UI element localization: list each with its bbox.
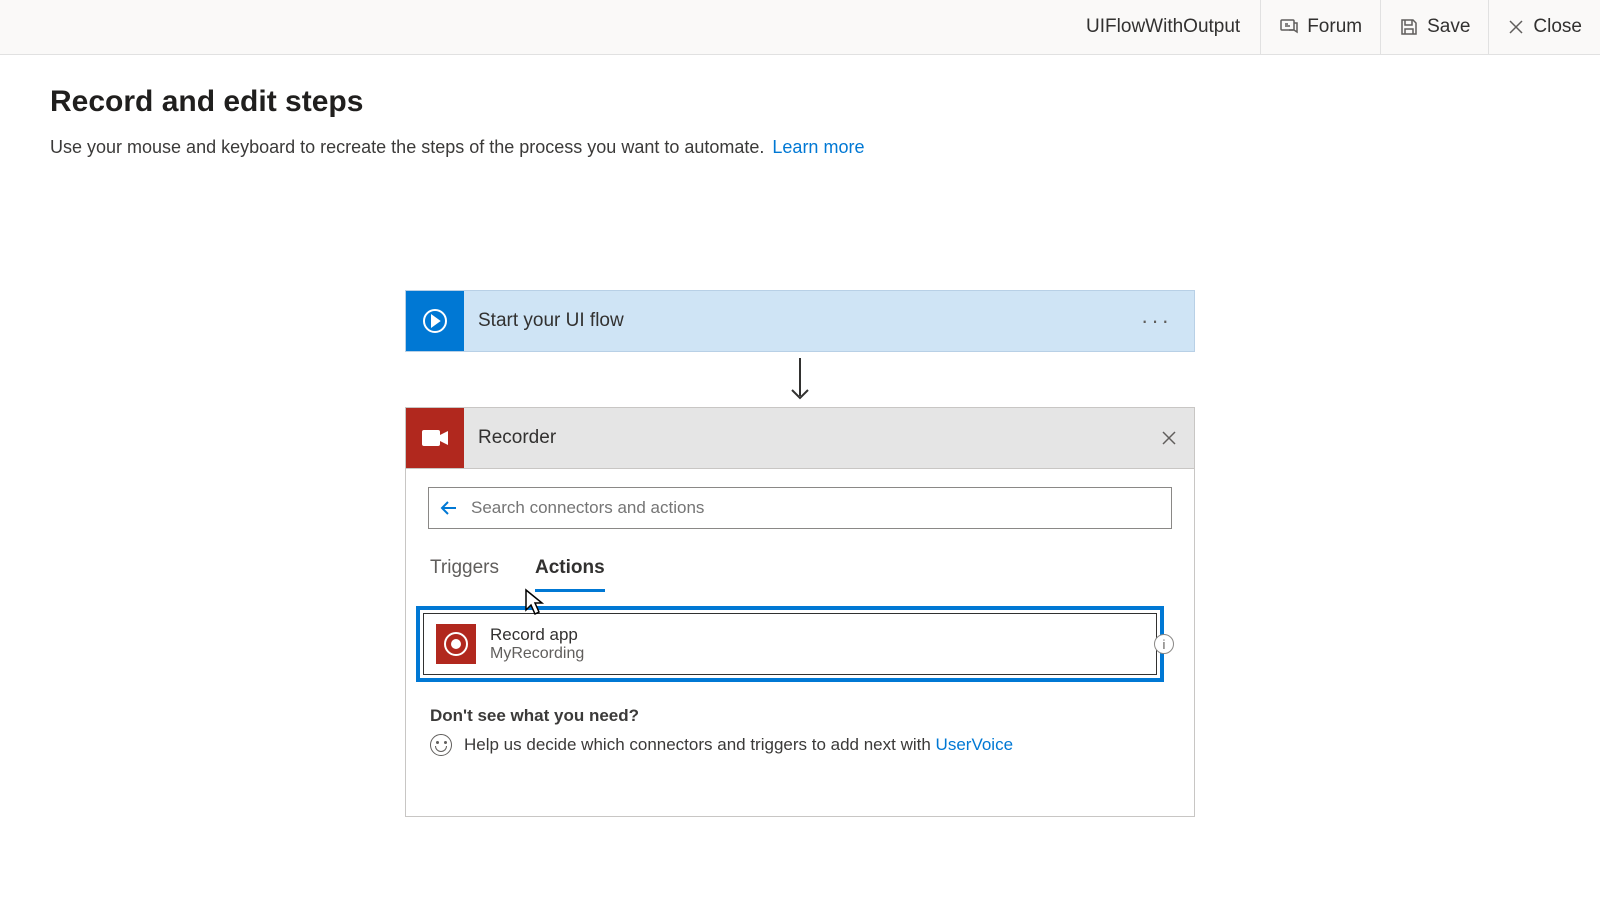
page-subtext-text: Use your mouse and keyboard to recreate … xyxy=(50,137,764,158)
close-label: Close xyxy=(1533,16,1582,38)
action-subtitle: MyRecording xyxy=(490,645,584,663)
recorder-step-title: Recorder xyxy=(464,427,1144,449)
action-inner: Record app MyRecording xyxy=(423,613,1157,675)
search-row[interactable] xyxy=(428,487,1172,529)
help-text: Help us decide which connectors and trig… xyxy=(464,735,936,754)
play-circle-icon xyxy=(420,306,450,336)
camera-icon xyxy=(420,427,450,449)
save-label: Save xyxy=(1427,16,1470,38)
page-heading: Record and edit steps xyxy=(50,85,1550,119)
start-step-menu[interactable]: ··· xyxy=(1119,308,1194,334)
close-button[interactable]: Close xyxy=(1488,0,1600,54)
record-app-action[interactable]: Record app MyRecording i xyxy=(416,606,1164,682)
content-area: Record and edit steps Use your mouse and… xyxy=(0,55,1600,900)
info-badge[interactable]: i xyxy=(1154,634,1174,654)
action-title: Record app xyxy=(490,625,584,645)
flow-title: UIFlowWithOutput xyxy=(1066,16,1260,38)
save-icon xyxy=(1399,17,1419,37)
tabs: Triggers Actions xyxy=(428,547,1172,592)
page-subtext: Use your mouse and keyboard to recreate … xyxy=(50,137,1550,158)
flow-arrow xyxy=(405,352,1195,407)
topbar: UIFlowWithOutput Forum Save Close xyxy=(0,0,1600,55)
recorder-close-button[interactable] xyxy=(1144,429,1194,447)
search-input[interactable] xyxy=(471,498,1161,518)
record-circle-icon xyxy=(443,631,469,657)
tab-triggers[interactable]: Triggers xyxy=(430,547,499,592)
forum-label: Forum xyxy=(1307,16,1362,38)
learn-more-link[interactable]: Learn more xyxy=(772,137,864,158)
forum-button[interactable]: Forum xyxy=(1260,0,1380,54)
record-icon xyxy=(436,624,476,664)
smile-icon xyxy=(430,734,452,756)
footer-help: Don't see what you need? Help us decide … xyxy=(428,706,1172,756)
close-icon xyxy=(1160,429,1178,447)
help-line: Help us decide which connectors and trig… xyxy=(430,734,1170,756)
arrow-down-icon xyxy=(788,356,812,404)
tab-actions[interactable]: Actions xyxy=(535,547,605,592)
uservoice-link[interactable]: UserVoice xyxy=(936,735,1013,754)
recorder-step-icon xyxy=(406,408,464,468)
save-button[interactable]: Save xyxy=(1380,0,1488,54)
back-arrow-icon[interactable] xyxy=(439,498,459,518)
recorder-body: Triggers Actions Record app MyRecording … xyxy=(405,469,1195,817)
flow-canvas: Start your UI flow ··· Recorder Triggers… xyxy=(405,290,1195,817)
start-step-icon xyxy=(406,291,464,351)
start-step-card[interactable]: Start your UI flow ··· xyxy=(405,290,1195,352)
help-question: Don't see what you need? xyxy=(430,706,1170,726)
start-step-title: Start your UI flow xyxy=(464,310,1119,332)
close-icon xyxy=(1507,18,1525,36)
recorder-step-header[interactable]: Recorder xyxy=(405,407,1195,469)
action-labels: Record app MyRecording xyxy=(490,625,584,663)
forum-icon xyxy=(1279,17,1299,37)
